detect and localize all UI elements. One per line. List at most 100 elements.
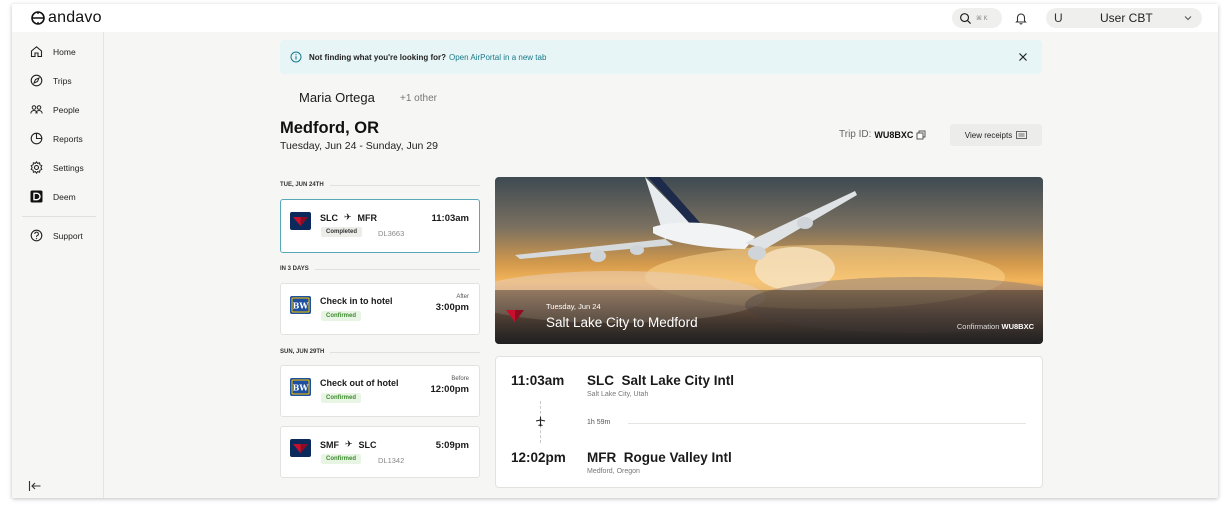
destination-code: SLC (358, 439, 377, 450)
sidebar-item-settings[interactable]: Settings (30, 161, 84, 174)
trip-id-value: WU8BXC (874, 129, 914, 140)
sidebar: Home Trips People Reports Settings Deem … (12, 32, 104, 498)
flight-details-card: 11:03am SLC Salt Lake City Intl Salt Lak… (495, 356, 1043, 488)
departure-time: 11:03am (431, 213, 469, 224)
trip-destination: Medford, OR (280, 119, 379, 137)
trip-id: Trip ID: WU8BXC (839, 129, 926, 140)
card-title-text: Check in to hotel (320, 296, 393, 306)
sidebar-divider (22, 216, 96, 217)
flight-route: SMF ✈ SLC (320, 439, 377, 450)
info-banner: Not finding what you're looking for? Ope… (280, 40, 1042, 74)
svg-text:BW: BW (293, 383, 310, 393)
origin-code: SLC (320, 212, 338, 223)
logo-text: andavo (48, 9, 102, 26)
status-badge: Completed (321, 227, 363, 237)
best-western-logo-icon: BW (290, 296, 311, 314)
user-menu[interactable]: U User CBT (1046, 8, 1202, 28)
sidebar-item-reports[interactable]: Reports (30, 132, 83, 145)
depart-city: Salt Lake City, Utah (587, 391, 649, 398)
flight-number: DL3663 (378, 229, 405, 238)
view-receipts-button[interactable]: View receipts (950, 124, 1042, 146)
timeline-section-label: SUN, JUN 29TH (280, 349, 480, 355)
sidebar-item-deem[interactable]: Deem (30, 190, 76, 203)
banner-message: Not finding what you're looking for? (309, 52, 446, 62)
section-divider (329, 184, 480, 186)
sidebar-item-label: Deem (53, 191, 76, 202)
bell-icon[interactable] (1014, 11, 1028, 25)
timeline-card-hotel-checkout[interactable]: BW Check out of hotel Confirmed Before 1… (280, 365, 480, 417)
arrive-time: 12:02pm (511, 450, 566, 465)
delta-logo-icon (290, 439, 311, 457)
copy-icon[interactable] (916, 130, 926, 140)
hero-route: Salt Lake City to Medford (546, 315, 698, 330)
close-icon[interactable] (1018, 52, 1028, 62)
sidebar-item-label: Home (53, 46, 76, 57)
checkin-time: 3:00pm (435, 302, 469, 313)
timeline-section-label: IN 3 DAYS (280, 266, 480, 272)
checkout-time: 12:00pm (430, 384, 469, 395)
sidebar-item-label: Reports (53, 133, 83, 144)
depart-airport: SLC Salt Lake City Intl (587, 373, 735, 388)
andavo-logo[interactable]: andavo (30, 9, 102, 27)
info-icon (290, 51, 302, 63)
section-divider (314, 268, 480, 270)
svg-text:BW: BW (293, 301, 310, 311)
sidebar-item-label: Settings (53, 162, 84, 173)
status-badge: Confirmed (321, 393, 361, 403)
help-circle-icon (30, 229, 43, 242)
origin-code: SMF (320, 439, 339, 450)
timeline-card-flight-return[interactable]: SMF ✈ SLC Confirmed DL1342 5:09pm (280, 426, 480, 478)
receipt-icon (1016, 131, 1028, 139)
sidebar-item-support[interactable]: Support (30, 229, 83, 242)
arrive-airport: MFR Rogue Valley Intl (587, 450, 732, 465)
section-label-text: TUE, JUN 24TH (280, 182, 324, 188)
duration-divider (628, 423, 1026, 424)
timeline-card-flight-outbound[interactable]: SLC ✈ MFR Completed DL3663 11:03am (280, 199, 480, 253)
deem-logo-icon (30, 190, 43, 203)
sidebar-item-label: Trips (53, 75, 72, 86)
trip-dates: Tuesday, Jun 24 - Sunday, Jun 29 (280, 140, 438, 152)
time-qualifier: Before (451, 376, 469, 382)
sidebar-item-label: People (53, 104, 80, 115)
app-window: andavo ⌘ K U User CBT Home Trips People … (12, 4, 1218, 498)
depart-time: 11:03am (511, 373, 565, 388)
timeline-card-hotel-checkin[interactable]: BW Check in to hotel Confirmed After 3:0… (280, 283, 480, 335)
card-title: Check in to hotel (320, 296, 393, 306)
flight-hero-card[interactable]: Tuesday, Jun 24 Salt Lake City to Medfor… (495, 177, 1043, 344)
andavo-logo-icon (31, 11, 45, 25)
other-travelers[interactable]: +1 other (400, 93, 437, 104)
home-icon (30, 46, 43, 58)
section-label-text: SUN, JUN 29TH (280, 349, 325, 355)
best-western-logo-icon: BW (290, 378, 311, 396)
time-qualifier: After (456, 294, 469, 300)
status-badge: Confirmed (321, 311, 361, 321)
trip-id-label: Trip ID: (839, 129, 872, 140)
chevron-down-icon (1184, 16, 1192, 21)
airportal-link[interactable]: Open AirPortal in a new tab (449, 53, 546, 62)
card-title: Check out of hotel (320, 378, 399, 388)
sidebar-item-trips[interactable]: Trips (30, 74, 72, 87)
timeline-section-label: TUE, JUN 24TH (280, 182, 480, 188)
search-shortcut: ⌘ K (976, 15, 988, 22)
delta-logo-icon (290, 212, 311, 230)
collapse-sidebar-icon[interactable] (28, 480, 42, 492)
card-title-text: Check out of hotel (320, 378, 399, 388)
arrive-city: Medford, Oregon (587, 468, 640, 475)
sidebar-item-home[interactable]: Home (30, 45, 76, 58)
flight-number: DL1342 (378, 456, 405, 465)
avatar: U (1054, 11, 1063, 25)
search-button[interactable]: ⌘ K (952, 8, 1002, 28)
flight-route: SLC ✈ MFR (320, 212, 377, 223)
status-badge: Confirmed (321, 454, 361, 464)
confirmation-label: Confirmation (956, 322, 1000, 331)
view-receipts-label: View receipts (964, 130, 1013, 140)
confirmation-code: WU8BXC (1001, 322, 1034, 331)
compass-icon (30, 74, 43, 87)
departure-time: 5:09pm (435, 440, 469, 451)
hero-date: Tuesday, Jun 24 (546, 302, 601, 311)
section-label-text: IN 3 DAYS (280, 266, 309, 272)
sidebar-item-people[interactable]: People (30, 103, 79, 116)
search-icon (960, 12, 972, 24)
pie-chart-icon (30, 132, 43, 145)
traveler-name[interactable]: Maria Ortega (299, 90, 375, 105)
